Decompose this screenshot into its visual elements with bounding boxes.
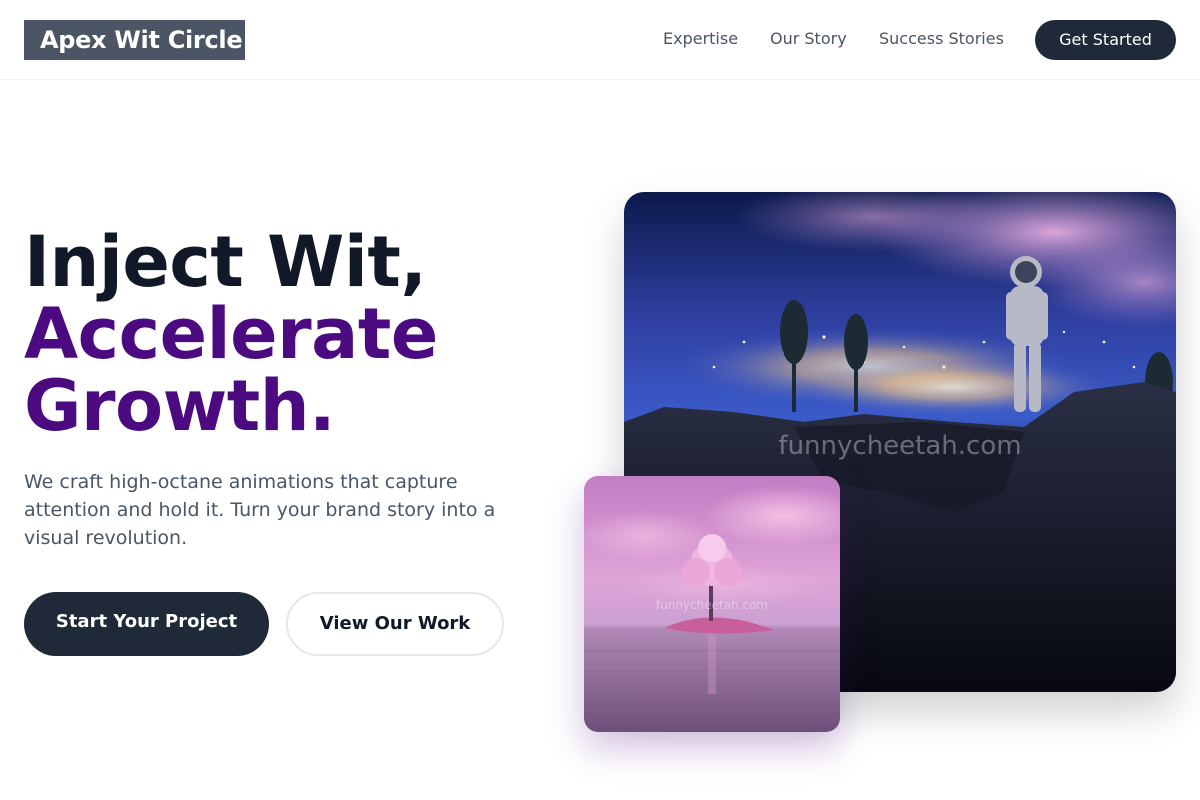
get-started-button[interactable]: Get Started <box>1035 20 1176 60</box>
headline-line-2: Accelerate <box>24 293 438 375</box>
hero-subtext: We craft high-octane animations that cap… <box>24 471 496 549</box>
view-work-button[interactable]: View Our Work <box>286 592 504 656</box>
headline-line-1: Inject Wit, <box>24 221 427 303</box>
watermark-text: funnycheetah.com <box>778 431 1021 461</box>
main-nav: Expertise Our Story Success Stories Get … <box>0 0 1200 80</box>
hero-image-pink-tree: funnycheetah.com <box>584 476 840 732</box>
hero-headline: Inject Wit, Accelerate Growth. <box>24 226 584 442</box>
nav-link-expertise[interactable]: Expertise <box>663 29 738 49</box>
nav-link-our-story[interactable]: Our Story <box>770 29 847 49</box>
nav-link-success-stories[interactable]: Success Stories <box>879 29 1004 49</box>
watermark-text-small: funnycheetah.com <box>656 598 768 612</box>
site-header: Apex Wit Circle Expertise Our Story Succ… <box>0 0 1200 80</box>
headline-line-3: Growth. <box>24 365 336 447</box>
start-project-button[interactable]: Start Your Project <box>24 592 269 656</box>
